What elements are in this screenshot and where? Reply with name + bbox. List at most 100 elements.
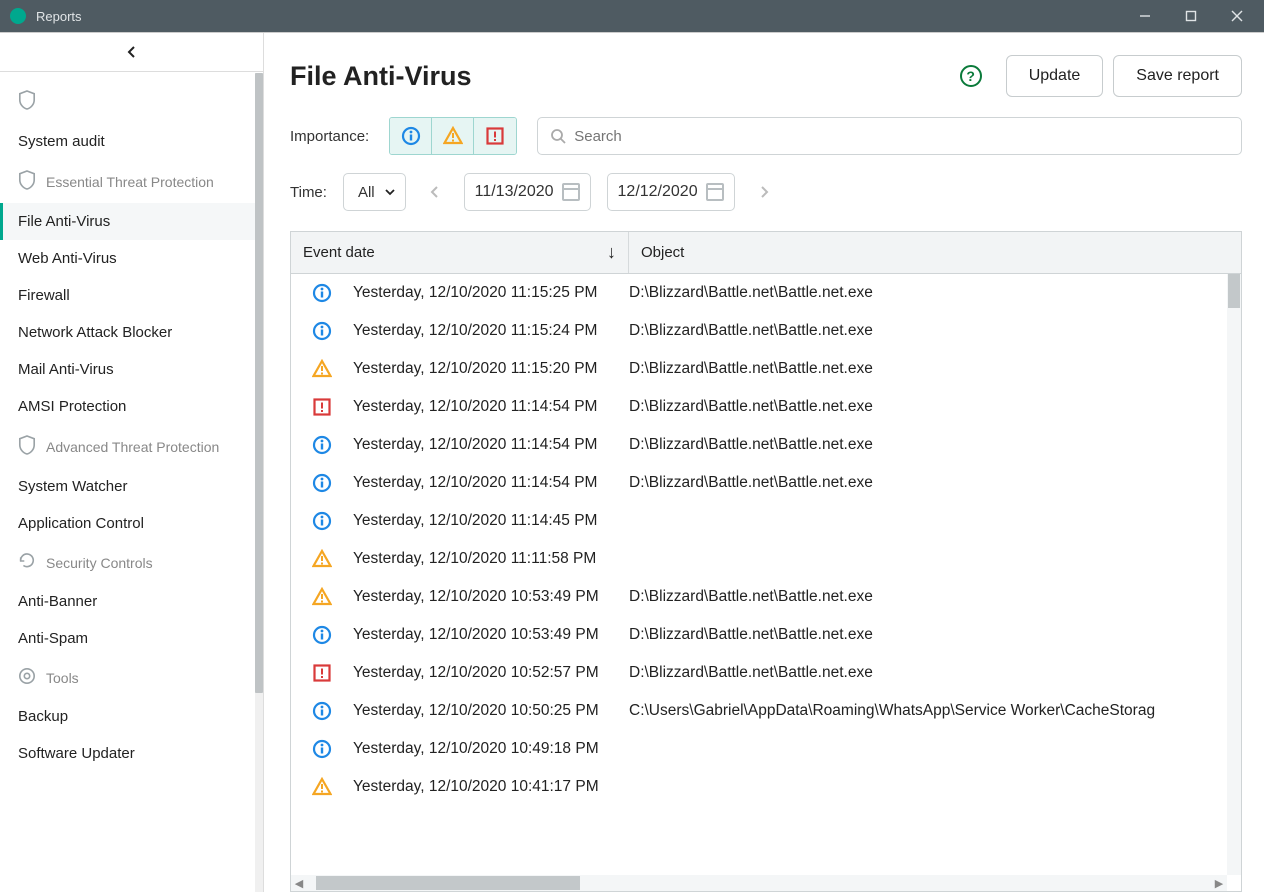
table-row[interactable]: Yesterday, 12/10/2020 11:15:24 PMD:\Bliz… <box>291 312 1241 350</box>
row-event-date: Yesterday, 12/10/2020 11:14:45 PM <box>353 512 629 530</box>
sidebar-item-software-updater[interactable]: Software Updater <box>0 735 263 772</box>
info-icon <box>312 435 332 455</box>
date-to-input[interactable]: 12/12/2020 <box>607 173 735 211</box>
row-object: D:\Blizzard\Battle.net\Battle.net.exe <box>629 588 1241 606</box>
sidebar-scrollbar[interactable] <box>255 73 263 892</box>
sidebar-section-label: Essential Threat Protection <box>46 174 214 190</box>
row-severity-icon <box>291 435 353 455</box>
window-title: Reports <box>36 9 82 24</box>
info-icon <box>312 701 332 721</box>
table-row[interactable]: Yesterday, 12/10/2020 11:14:54 PMD:\Bliz… <box>291 464 1241 502</box>
sidebar-item-backup[interactable]: Backup <box>0 698 263 735</box>
warning-icon <box>312 587 332 607</box>
app-icon <box>10 8 26 24</box>
sidebar-collapse-button[interactable] <box>0 33 263 72</box>
sidebar-item-anti-banner[interactable]: Anti-Banner <box>0 583 263 620</box>
column-header-event-date[interactable]: Event date ↓ <box>291 232 629 273</box>
info-icon <box>312 739 332 759</box>
row-event-date: Yesterday, 12/10/2020 10:41:17 PM <box>353 778 629 796</box>
search-icon <box>550 128 566 144</box>
page-title: File Anti-Virus <box>290 61 960 92</box>
row-object: D:\Blizzard\Battle.net\Battle.net.exe <box>629 284 1241 302</box>
row-severity-icon <box>291 777 353 797</box>
row-severity-icon <box>291 587 353 607</box>
table-row[interactable]: Yesterday, 12/10/2020 11:15:20 PMD:\Bliz… <box>291 350 1241 388</box>
column-header-object[interactable]: Object <box>629 232 1227 273</box>
close-icon <box>1231 10 1243 22</box>
row-severity-icon <box>291 701 353 721</box>
shield-icon <box>18 170 36 190</box>
horizontal-scrollbar[interactable]: ◀ ▶ <box>291 875 1227 891</box>
row-event-date: Yesterday, 12/10/2020 10:50:25 PM <box>353 702 629 720</box>
events-table: Event date ↓ Object Yesterday, 12/10/202… <box>290 231 1242 892</box>
save-report-button[interactable]: Save report <box>1113 55 1242 97</box>
vertical-scrollbar-thumb[interactable] <box>1228 274 1240 308</box>
table-row[interactable]: Yesterday, 12/10/2020 11:11:58 PM <box>291 540 1241 578</box>
table-row[interactable]: Yesterday, 12/10/2020 10:53:49 PMD:\Bliz… <box>291 616 1241 654</box>
critical-icon <box>312 397 332 417</box>
window-maximize-button[interactable] <box>1168 0 1214 32</box>
shield-icon <box>18 435 36 455</box>
help-button[interactable]: ? <box>960 65 982 87</box>
row-object: D:\Blizzard\Battle.net\Battle.net.exe <box>629 322 1241 340</box>
warning-icon <box>312 777 332 797</box>
table-row[interactable]: Yesterday, 12/10/2020 10:41:17 PM <box>291 768 1241 806</box>
chevron-down-icon <box>385 184 395 201</box>
importance-warning-button[interactable] <box>432 118 474 154</box>
search-box[interactable] <box>537 117 1242 155</box>
window-minimize-button[interactable] <box>1122 0 1168 32</box>
row-object: D:\Blizzard\Battle.net\Battle.net.exe <box>629 664 1241 682</box>
sidebar-item-file-anti-virus[interactable]: File Anti-Virus <box>0 203 263 240</box>
sidebar-scrollbar-thumb[interactable] <box>255 73 263 693</box>
importance-critical-button[interactable] <box>474 118 516 154</box>
table-row[interactable]: Yesterday, 12/10/2020 10:53:49 PMD:\Bliz… <box>291 578 1241 616</box>
sidebar-item-network-attack-blocker[interactable]: Network Attack Blocker <box>0 314 263 351</box>
search-input[interactable] <box>574 128 1229 145</box>
scroll-left-arrow[interactable]: ◀ <box>291 875 307 891</box>
warning-icon <box>312 359 332 379</box>
date-prev-button[interactable] <box>422 173 448 211</box>
info-icon <box>312 511 332 531</box>
row-event-date: Yesterday, 12/10/2020 10:52:57 PM <box>353 664 629 682</box>
sidebar-item-mail-anti-virus[interactable]: Mail Anti-Virus <box>0 351 263 388</box>
row-severity-icon <box>291 397 353 417</box>
sidebar-section-label: Tools <box>46 670 79 686</box>
table-row[interactable]: Yesterday, 12/10/2020 10:50:25 PMC:\User… <box>291 692 1241 730</box>
row-event-date: Yesterday, 12/10/2020 10:53:49 PM <box>353 588 629 606</box>
table-row[interactable]: Yesterday, 12/10/2020 11:14:54 PMD:\Bliz… <box>291 388 1241 426</box>
row-severity-icon <box>291 625 353 645</box>
calendar-icon <box>562 183 580 201</box>
sidebar-item-amsi-protection[interactable]: AMSI Protection <box>0 388 263 425</box>
row-severity-icon <box>291 473 353 493</box>
calendar-icon <box>706 183 724 201</box>
sidebar-item-application-control[interactable]: Application Control <box>0 505 263 542</box>
sidebar-item-web-anti-virus[interactable]: Web Anti-Virus <box>0 240 263 277</box>
vertical-scrollbar[interactable] <box>1227 274 1241 875</box>
titlebar: Reports <box>0 0 1264 32</box>
sidebar-section-label: Security Controls <box>46 555 153 571</box>
horizontal-scrollbar-thumb[interactable] <box>316 876 580 890</box>
row-event-date: Yesterday, 12/10/2020 11:14:54 PM <box>353 436 629 454</box>
table-body: Yesterday, 12/10/2020 11:15:25 PMD:\Bliz… <box>291 274 1241 891</box>
sidebar-item-system-watcher[interactable]: System Watcher <box>0 468 263 505</box>
window-close-button[interactable] <box>1214 0 1260 32</box>
info-icon <box>312 625 332 645</box>
row-object: D:\Blizzard\Battle.net\Battle.net.exe <box>629 474 1241 492</box>
time-select[interactable]: All <box>343 173 406 211</box>
scroll-right-arrow[interactable]: ▶ <box>1211 875 1227 891</box>
column-header-object-label: Object <box>641 244 684 261</box>
date-from-input[interactable]: 11/13/2020 <box>464 173 591 211</box>
update-button[interactable]: Update <box>1006 55 1104 97</box>
table-row[interactable]: Yesterday, 12/10/2020 11:15:25 PMD:\Bliz… <box>291 274 1241 312</box>
table-row[interactable]: Yesterday, 12/10/2020 11:14:45 PM <box>291 502 1241 540</box>
table-row[interactable]: Yesterday, 12/10/2020 11:14:54 PMD:\Bliz… <box>291 426 1241 464</box>
table-row[interactable]: Yesterday, 12/10/2020 10:52:57 PMD:\Bliz… <box>291 654 1241 692</box>
sidebar-item-firewall[interactable]: Firewall <box>0 277 263 314</box>
sidebar-item-system-audit[interactable]: System audit <box>0 123 263 160</box>
time-label: Time: <box>290 184 327 201</box>
table-row[interactable]: Yesterday, 12/10/2020 10:49:18 PM <box>291 730 1241 768</box>
date-next-button[interactable] <box>751 173 777 211</box>
sidebar-item-anti-spam[interactable]: Anti-Spam <box>0 620 263 657</box>
importance-info-button[interactable] <box>390 118 432 154</box>
sort-descending-icon: ↓ <box>607 242 616 263</box>
